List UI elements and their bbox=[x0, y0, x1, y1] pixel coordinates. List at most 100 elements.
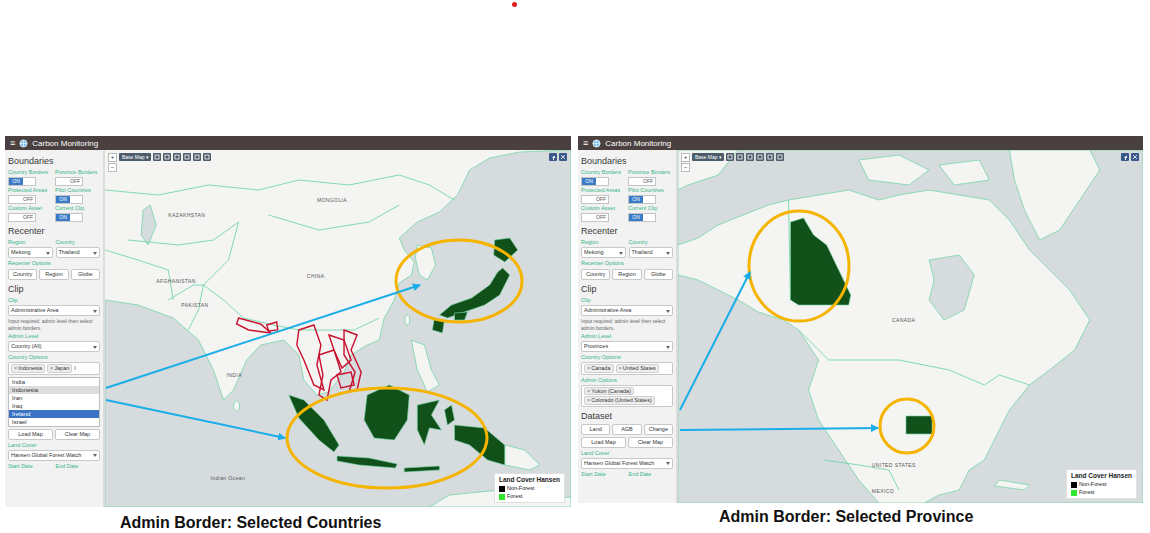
zoom-button[interactable]: − bbox=[108, 163, 117, 172]
select-box[interactable]: Hansen Global Forest Watch bbox=[8, 450, 100, 461]
map-view[interactable]: CANADAUNITED STATESMEXICO+−Base Map ▾Lan… bbox=[678, 150, 1143, 503]
toggle-switch[interactable]: OFF bbox=[581, 195, 609, 204]
select-box[interactable]: Country (All) bbox=[8, 341, 100, 352]
select-box[interactable]: Thailand bbox=[56, 247, 101, 258]
korea bbox=[415, 245, 435, 280]
select-field: Admin LevelCountry (All) bbox=[8, 333, 100, 352]
sidebar-button[interactable]: Change bbox=[644, 424, 673, 435]
section-heading: Clip bbox=[8, 284, 100, 295]
select-box[interactable]: Mekong bbox=[581, 247, 626, 258]
sidebar-button[interactable]: Clear Map bbox=[628, 437, 673, 448]
map-tool-icon[interactable] bbox=[746, 153, 754, 161]
arctic-island bbox=[859, 155, 929, 185]
map-tool-icon[interactable] bbox=[736, 153, 744, 161]
toggle-switch[interactable]: OFF bbox=[55, 177, 83, 186]
sidebar-button[interactable]: Globe bbox=[644, 269, 673, 280]
map-tool-icon[interactable] bbox=[726, 153, 734, 161]
map-tool-icon[interactable] bbox=[766, 153, 774, 161]
toggle-switch[interactable]: ON bbox=[8, 177, 36, 186]
base-map-button[interactable]: Base Map ▾ bbox=[692, 153, 724, 161]
select-box[interactable]: Hansen Global Forest Watch bbox=[581, 458, 673, 469]
sidebar-button[interactable]: Region bbox=[612, 269, 641, 280]
ocean bbox=[678, 150, 1143, 503]
dropdown-option[interactable]: Ireland bbox=[9, 410, 99, 418]
fullscreen-icon[interactable] bbox=[1131, 153, 1139, 161]
toggle-switch[interactable]: ON bbox=[628, 213, 656, 222]
map-canvas[interactable]: KAZAKHSTANMONGOLIACHINAAFGHANISTANPAKIST… bbox=[105, 150, 571, 507]
menu-icon[interactable]: ≡ bbox=[10, 139, 15, 148]
screenshot-caption: Admin Border: Selected Countries bbox=[120, 514, 571, 532]
sidebar-button[interactable]: Country bbox=[8, 269, 37, 280]
toggle-switch[interactable]: ON bbox=[55, 195, 83, 204]
select-box[interactable]: Thailand bbox=[629, 247, 674, 258]
app-title: Carbon Monitoring bbox=[32, 139, 98, 148]
toggle-state: OFF bbox=[594, 196, 608, 203]
sidebar-button[interactable]: Load Map bbox=[581, 437, 626, 448]
sidebar-button[interactable]: Country bbox=[581, 269, 610, 280]
zoom-button[interactable]: + bbox=[108, 153, 117, 162]
map-tool-icon[interactable] bbox=[183, 153, 191, 161]
zoom-button[interactable]: − bbox=[681, 163, 690, 172]
remove-tag-icon[interactable]: × bbox=[587, 397, 590, 403]
dropdown-option[interactable]: Iraq bbox=[9, 402, 99, 410]
map-tool-icon[interactable] bbox=[153, 153, 161, 161]
tag-chip[interactable]: ×Japan bbox=[47, 364, 72, 373]
remove-tag-icon[interactable]: × bbox=[50, 365, 53, 371]
map-tool-icon[interactable] bbox=[193, 153, 201, 161]
share-icon[interactable] bbox=[549, 153, 557, 161]
sidebar-button[interactable]: Clear Map bbox=[55, 429, 100, 440]
sidebar-button[interactable]: AGB bbox=[612, 424, 641, 435]
toggle-label: Current Clip bbox=[55, 205, 100, 212]
zoom-button[interactable]: + bbox=[681, 153, 690, 162]
map-tool-icon[interactable] bbox=[776, 153, 784, 161]
map-tool-icon[interactable] bbox=[203, 153, 211, 161]
tag-input[interactable]: ×Canada×United States bbox=[581, 362, 673, 375]
tag-input[interactable]: ×Yukon (Canada)×Colorado (United States) bbox=[581, 385, 673, 407]
tag-chip[interactable]: ×Yukon (Canada) bbox=[584, 387, 634, 396]
remove-tag-icon[interactable]: × bbox=[587, 388, 590, 394]
toggle-switch[interactable]: OFF bbox=[628, 177, 656, 186]
toggle-switch[interactable]: ON bbox=[581, 177, 609, 186]
cuba bbox=[994, 480, 1029, 490]
share-icon[interactable] bbox=[1121, 153, 1129, 161]
map-tool-icon[interactable] bbox=[163, 153, 171, 161]
remove-tag-icon[interactable]: × bbox=[619, 365, 622, 371]
dropdown-option[interactable]: India bbox=[9, 378, 99, 386]
select-box[interactable]: Mekong bbox=[8, 247, 53, 258]
select-field: CountryThailand bbox=[629, 239, 674, 258]
legend-item: Non-Forest bbox=[1071, 481, 1132, 488]
tag-input[interactable]: ×Indonesia×JapanI bbox=[8, 362, 100, 375]
remove-tag-icon[interactable]: × bbox=[14, 365, 17, 371]
toggle-switch[interactable]: ON bbox=[55, 213, 83, 222]
tag-chip[interactable]: ×United States bbox=[616, 364, 659, 373]
dropdown-option[interactable]: Israel bbox=[9, 418, 99, 426]
tag-chip[interactable]: ×Canada bbox=[584, 364, 614, 373]
select-box[interactable]: Administrative Area bbox=[581, 305, 673, 316]
remove-tag-icon[interactable]: × bbox=[587, 365, 590, 371]
map-canvas[interactable]: CANADAUNITED STATESMEXICO bbox=[678, 150, 1143, 503]
map-tool-icon[interactable] bbox=[173, 153, 181, 161]
menu-icon[interactable]: ≡ bbox=[583, 139, 588, 148]
toggle-switch[interactable]: ON bbox=[628, 195, 656, 204]
map-view[interactable]: KAZAKHSTANMONGOLIACHINAAFGHANISTANPAKIST… bbox=[105, 150, 571, 507]
sidebar-button[interactable]: Land bbox=[581, 424, 610, 435]
ocean bbox=[105, 150, 571, 507]
map-tool-icon[interactable] bbox=[756, 153, 764, 161]
tag-chip[interactable]: ×Colorado (United States) bbox=[584, 396, 655, 405]
toggle-switch[interactable]: OFF bbox=[8, 195, 36, 204]
map-toolbar: Base Map ▾ bbox=[119, 153, 211, 161]
select-box[interactable]: Provinces bbox=[581, 341, 673, 352]
fullscreen-icon[interactable] bbox=[559, 153, 567, 161]
select-box[interactable]: Administrative Area bbox=[8, 305, 100, 316]
base-map-button[interactable]: Base Map ▾ bbox=[119, 153, 151, 161]
dropdown-option[interactable]: Iran bbox=[9, 394, 99, 402]
dropdown-option[interactable]: Indonesia bbox=[9, 386, 99, 394]
tag-chip[interactable]: ×Indonesia bbox=[11, 364, 45, 373]
sidebar-button[interactable]: Load Map bbox=[8, 429, 53, 440]
typed-text[interactable]: I bbox=[74, 365, 76, 372]
toggle-switch[interactable]: OFF bbox=[581, 213, 609, 222]
sidebar-button[interactable]: Region bbox=[39, 269, 68, 280]
map-label: UNITED STATES bbox=[872, 462, 916, 468]
toggle-switch[interactable]: OFF bbox=[8, 213, 36, 222]
sidebar-button[interactable]: Globe bbox=[71, 269, 100, 280]
